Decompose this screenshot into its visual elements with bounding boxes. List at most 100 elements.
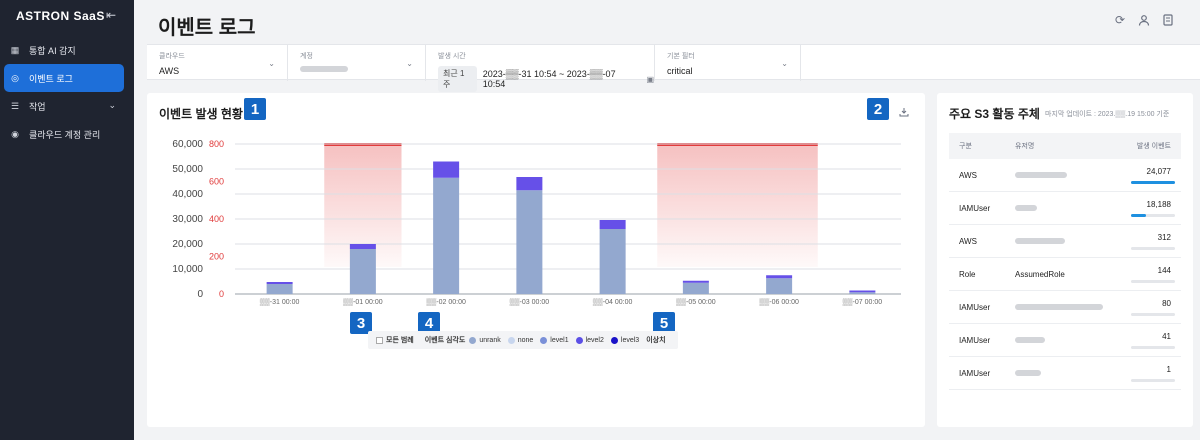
- row-type: AWS: [959, 236, 977, 246]
- x-tick-label: ▒▒-05 00:00: [676, 298, 716, 306]
- legend-item-unrank[interactable]: unrank: [469, 336, 501, 344]
- chevron-down-icon: ⌄: [406, 59, 413, 68]
- row-ratio-bar: [1131, 313, 1175, 316]
- time-filter-label: 발생 시간: [438, 53, 466, 60]
- bar-unrank: [766, 278, 793, 294]
- bar-level2: [849, 290, 876, 293]
- column-header: 발생 이벤트: [1136, 143, 1171, 150]
- row-ratio-fill: [1131, 214, 1146, 217]
- sidebar-item-cloud-accounts[interactable]: ◉ 클라우드 계정 관리: [4, 120, 124, 148]
- table-header: 구분 유저명 발생 이벤트: [949, 133, 1181, 159]
- table-row[interactable]: IAMUser 80: [949, 291, 1181, 324]
- x-tick-label: ▒▒-07 00:00: [843, 298, 883, 306]
- cloud-filter[interactable]: 클라우드 AWS ⌄: [147, 45, 288, 81]
- legend-item-label: none: [517, 336, 534, 344]
- legend-item-label: level3: [620, 336, 640, 344]
- y2-tick-label: 0: [219, 289, 224, 299]
- legend-item-none[interactable]: none: [507, 336, 534, 344]
- sidebar-item-event-log[interactable]: ◎ 이벤트 로그: [4, 64, 124, 92]
- row-ratio-bar: [1131, 214, 1175, 217]
- y2-tick-label: 200: [209, 252, 224, 262]
- row-ratio-bar: [1131, 379, 1175, 382]
- sidebar-item-label: 작업: [29, 101, 46, 112]
- legend-item-level2[interactable]: level2: [575, 336, 604, 344]
- row-ratio-fill: [1131, 181, 1175, 184]
- row-username: [1005, 369, 1115, 378]
- x-tick-label: ▒▒-06 00:00: [759, 298, 799, 306]
- row-ratio-bar: [1131, 280, 1175, 283]
- table-row[interactable]: AWS 312: [949, 225, 1181, 258]
- basic-filter-label: 기본 필터: [667, 53, 695, 60]
- checkbox-icon: [376, 336, 383, 344]
- row-ratio-bar: [1131, 181, 1175, 184]
- x-tick-label: ▒▒-04 00:00: [593, 298, 633, 306]
- table-row[interactable]: IAMUser 1: [949, 357, 1181, 390]
- sidebar-item-ai-detection[interactable]: ▦ 통합 AI 감지: [4, 36, 124, 64]
- document-icon[interactable]: [1161, 13, 1175, 27]
- legend-all-label: 모든 범례: [386, 337, 414, 344]
- y-tick-label: 30,000: [172, 214, 203, 225]
- s3-activity-card: 주요 S3 활동 주체 마지막 업데이트 : 2023.▒▒.19 15:00 …: [937, 93, 1193, 427]
- y-tick-label: 40,000: [172, 189, 203, 200]
- y-tick-label: 0: [197, 289, 203, 300]
- table-row[interactable]: IAMUser 18,188: [949, 192, 1181, 225]
- column-header: 구분: [959, 143, 972, 150]
- legend-dot-icon: [507, 336, 515, 344]
- row-ratio-bar: [1131, 247, 1175, 250]
- x-tick-label: ▒▒-31 00:00: [260, 298, 300, 306]
- row-username: [1005, 237, 1115, 246]
- collapse-sidebar-icon[interactable]: ⇤: [106, 8, 116, 22]
- basic-filter[interactable]: 기본 필터 critical ⌄: [655, 45, 801, 81]
- event-bar-chart: 0 10,000 20,000 30,000 40,000 50,000 60,000 0 20…: [172, 139, 901, 306]
- row-type: IAMUser: [959, 335, 991, 345]
- time-range-text: 2023-▒▒-31 10:54 ~ 2023-▒▒-07 10:54: [482, 69, 616, 89]
- legend-all-toggle[interactable]: 모든 범례: [376, 335, 418, 345]
- calendar-icon[interactable]: ▣: [646, 75, 654, 84]
- row-event-count: 80: [1162, 298, 1171, 308]
- basic-filter-value: critical: [667, 66, 693, 76]
- y-tick-label: 20,000: [172, 239, 203, 250]
- sidebar-nav: ▦ 통합 AI 감지 ◎ 이벤트 로그 ☰ 작업 ⌄ ◉ 클라우드 계정 관리: [4, 36, 124, 148]
- user-icon[interactable]: [1137, 13, 1151, 27]
- x-tick-label: ▒▒-03 00:00: [510, 298, 550, 306]
- refresh-icon[interactable]: ⟳: [1113, 13, 1127, 27]
- table-row[interactable]: Role AssumedRole 144: [949, 258, 1181, 291]
- time-preset-tag[interactable]: 최근 1주: [438, 66, 477, 92]
- s3-panel-title: 주요 S3 활동 주체: [949, 107, 1040, 121]
- table-row[interactable]: AWS 24,077: [949, 159, 1181, 192]
- bar-level2: [266, 282, 293, 284]
- bar-level2: [349, 244, 376, 249]
- x-tick-label: ▒▒-02 00:00: [426, 298, 466, 306]
- time-filter[interactable]: 발생 시간 최근 1주 2023-▒▒-31 10:54 ~ 2023-▒▒-0…: [426, 45, 655, 92]
- row-event-count: 312: [1157, 232, 1171, 242]
- bar-unrank: [266, 284, 293, 294]
- row-username: [1005, 303, 1115, 312]
- bar-unrank: [433, 177, 460, 294]
- page-title: 이벤트 로그: [158, 17, 256, 39]
- sidebar-item-label: 이벤트 로그: [29, 73, 73, 84]
- chart-legend: 모든 범례 이벤트 심각도 unrank none level1 level2 …: [368, 331, 678, 349]
- account-filter[interactable]: 계정 ⌄: [288, 45, 426, 81]
- table-row[interactable]: IAMUser 41: [949, 324, 1181, 357]
- legend-item-level3[interactable]: level3: [610, 336, 640, 344]
- legend-item-level1[interactable]: level1: [540, 336, 569, 344]
- filter-bar: 클라우드 AWS ⌄ 계정 ⌄ 발생 시간 최근 1주 2023-▒▒-31 1…: [147, 44, 1200, 92]
- sidebar-item-label: 통합 AI 감지: [29, 45, 76, 56]
- legend-anomaly-label[interactable]: 이상치: [646, 335, 665, 345]
- anomaly-range: [657, 144, 818, 267]
- row-event-count: 1: [1166, 364, 1171, 374]
- time-filter-value: 최근 1주 2023-▒▒-31 10:54 ~ 2023-▒▒-07 10:5…: [438, 66, 654, 92]
- event-occurrence-card: 이벤트 발생 현황 1 2 0 10,000 20,000 30,000 40,000 5…: [147, 93, 925, 427]
- sidebar-item-tasks[interactable]: ☰ 작업 ⌄: [4, 92, 124, 120]
- y-tick-label: 60,000: [172, 139, 203, 150]
- legend-dot-icon: [469, 336, 477, 344]
- y2-tick-label: 800: [209, 139, 224, 149]
- legend-dot-icon: [540, 336, 548, 344]
- legend-item-label: unrank: [479, 336, 501, 344]
- row-type: Role: [959, 269, 976, 279]
- sidebar: ASTRON SaaS ⇤ ▦ 통합 AI 감지 ◎ 이벤트 로그 ☰ 작업 ⌄…: [0, 0, 134, 440]
- row-type: IAMUser: [959, 203, 991, 213]
- bar-unrank: [849, 292, 876, 294]
- row-type: AWS: [959, 170, 977, 180]
- chevron-down-icon: ⌄: [108, 100, 116, 110]
